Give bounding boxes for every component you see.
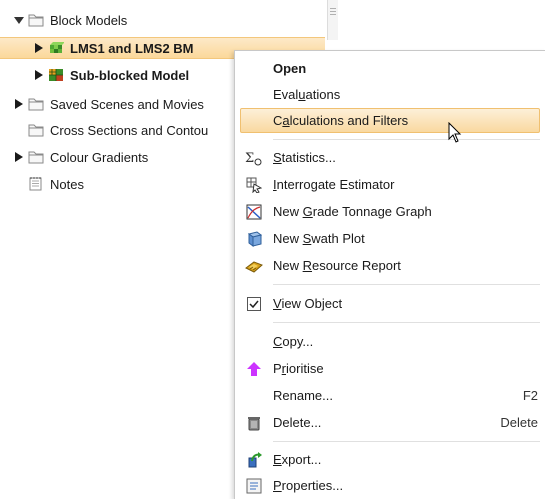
tree-item-colour-gradients[interactable]: Colour Gradients [14,146,148,168]
tree-item-label: LMS1 and LMS2 BM [70,40,194,56]
menu-separator [273,322,540,323]
menu-separator [273,284,540,285]
properties-icon [245,477,263,495]
context-menu: Open Evaluations Calculations and Filter… [234,50,545,499]
menu-item-view-object[interactable]: View Object [235,291,545,316]
menu-separator [273,441,540,442]
menu-item-new-resource-report[interactable]: New Resource Report [235,253,545,278]
grade-tonnage-graph-icon [245,203,263,221]
collapsed-arrow-icon[interactable] [14,99,24,109]
sub-blocked-model-icon [48,68,64,82]
tree-item-sub-blocked-model[interactable]: Sub-blocked Model [34,64,189,86]
tree-item-cross-sections[interactable]: Cross Sections and Contou [28,119,208,141]
menu-item-open[interactable]: Open [235,56,545,81]
menu-item-interrogate-estimator[interactable]: Interrogate Estimator [235,172,545,197]
menu-item-calculations-filters[interactable]: Calculations and Filters [240,108,540,133]
interrogate-estimator-icon [245,176,263,194]
menu-item-rename[interactable]: Rename... F2 [235,383,545,408]
menu-item-copy[interactable]: Copy... [235,329,545,354]
tree-item-label: Saved Scenes and Movies [50,96,204,112]
shortcut-label: Delete [500,415,538,430]
tree-item-label: Sub-blocked Model [70,67,190,83]
menu-separator [273,139,540,140]
collapsed-arrow-icon[interactable] [34,43,44,53]
menu-item-evaluations[interactable]: Evaluations [235,82,545,107]
tree-item-notes[interactable]: Notes [28,173,84,195]
tree-item-label: Colour Gradients [50,149,149,165]
folder-icon [28,123,44,137]
collapsed-arrow-icon[interactable] [34,70,44,80]
menu-item-statistics[interactable]: Σ Statistics... [235,145,545,170]
menu-item-new-grade-tonnage-graph[interactable]: New Grade Tonnage Graph [235,199,545,224]
notes-icon [28,177,44,191]
menu-item-prioritise[interactable]: Prioritise [235,356,545,381]
menu-item-export[interactable]: Export... [235,447,545,472]
swath-plot-icon [245,230,263,248]
statistics-icon: Σ [245,149,263,167]
prioritise-arrow-icon [245,360,263,378]
tree-scrollbar[interactable] [327,0,338,40]
export-icon [245,451,263,469]
checkbox-checked-icon[interactable] [245,295,263,313]
resource-report-icon [245,257,263,275]
svg-text:Σ: Σ [245,151,254,166]
collapsed-arrow-icon[interactable] [14,152,24,162]
tree-item-label: Cross Sections and Contou [50,122,209,138]
trash-icon [245,414,263,432]
menu-item-new-swath-plot[interactable]: New Swath Plot [235,226,545,251]
tree-item-block-models[interactable]: Block Models [14,9,127,31]
shortcut-label: F2 [522,388,538,403]
tree-item-label: Notes [50,176,84,192]
folder-icon [28,150,44,164]
folder-icon [28,13,44,27]
tree-item-saved-scenes[interactable]: Saved Scenes and Movies [14,93,204,115]
expanded-arrow-icon[interactable] [14,15,24,25]
folder-icon [28,97,44,111]
mouse-cursor-icon [448,121,462,147]
tree-item-label: Block Models [50,12,128,28]
block-model-icon [48,41,65,55]
menu-item-delete[interactable]: Delete... Delete [235,410,545,435]
menu-item-properties[interactable]: Properties... [235,473,545,498]
